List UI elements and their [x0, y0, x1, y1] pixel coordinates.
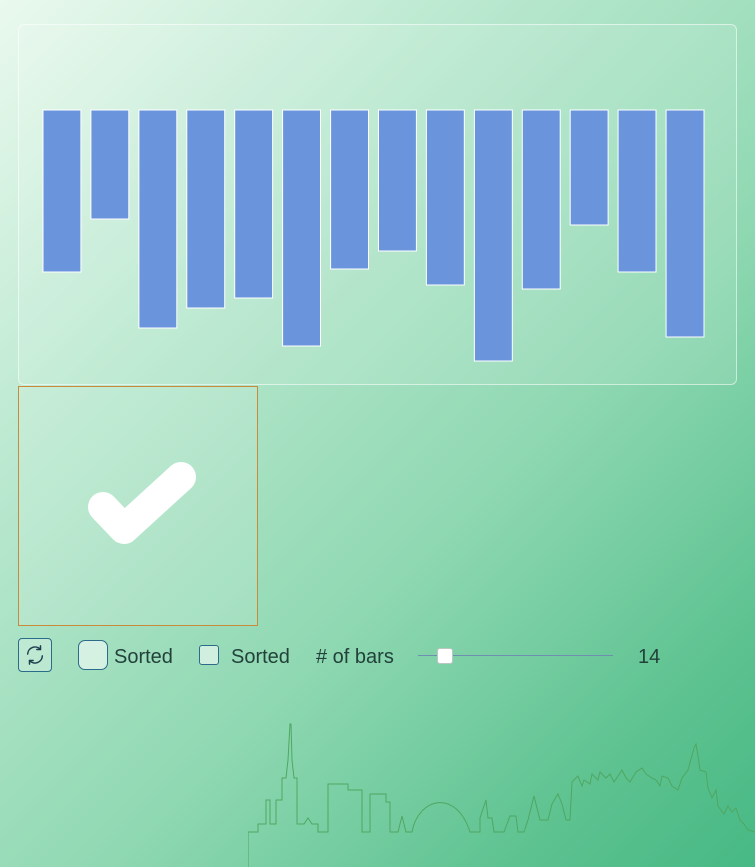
- bar-chart-panel: [18, 24, 737, 385]
- sorted-checkbox-label: Sorted: [231, 646, 290, 668]
- bar-8: [378, 109, 417, 252]
- bar-chart: [42, 109, 705, 362]
- bar-4: [186, 109, 226, 309]
- refresh-icon: [26, 645, 44, 665]
- refresh-button[interactable]: [18, 638, 52, 672]
- bar-7: [330, 109, 370, 270]
- controls-bar: Sorted Sorted # of bars 14: [18, 638, 738, 674]
- bars-slider-thumb[interactable]: [437, 648, 454, 664]
- bar-10: [473, 109, 513, 362]
- sorted-checkbox[interactable]: [199, 645, 219, 665]
- bar-13: [617, 109, 657, 273]
- bar-11: [521, 109, 561, 290]
- bar-14: [665, 109, 705, 338]
- bar-9: [425, 109, 465, 286]
- bar-5: [234, 109, 274, 299]
- city-skyline-decoration: [248, 723, 755, 867]
- bar-2: [90, 109, 130, 220]
- sorted-toggle-label: Sorted: [114, 646, 173, 668]
- bars-count-label: # of bars: [316, 646, 394, 668]
- checkmark-icon: [88, 462, 196, 544]
- sorted-toggle-button[interactable]: [78, 640, 108, 670]
- bars-count-value: 14: [638, 646, 661, 668]
- status-preview: [18, 386, 258, 626]
- bar-1: [42, 109, 82, 273]
- bar-6: [282, 109, 322, 347]
- bar-12: [569, 109, 609, 226]
- bar-3: [138, 109, 178, 329]
